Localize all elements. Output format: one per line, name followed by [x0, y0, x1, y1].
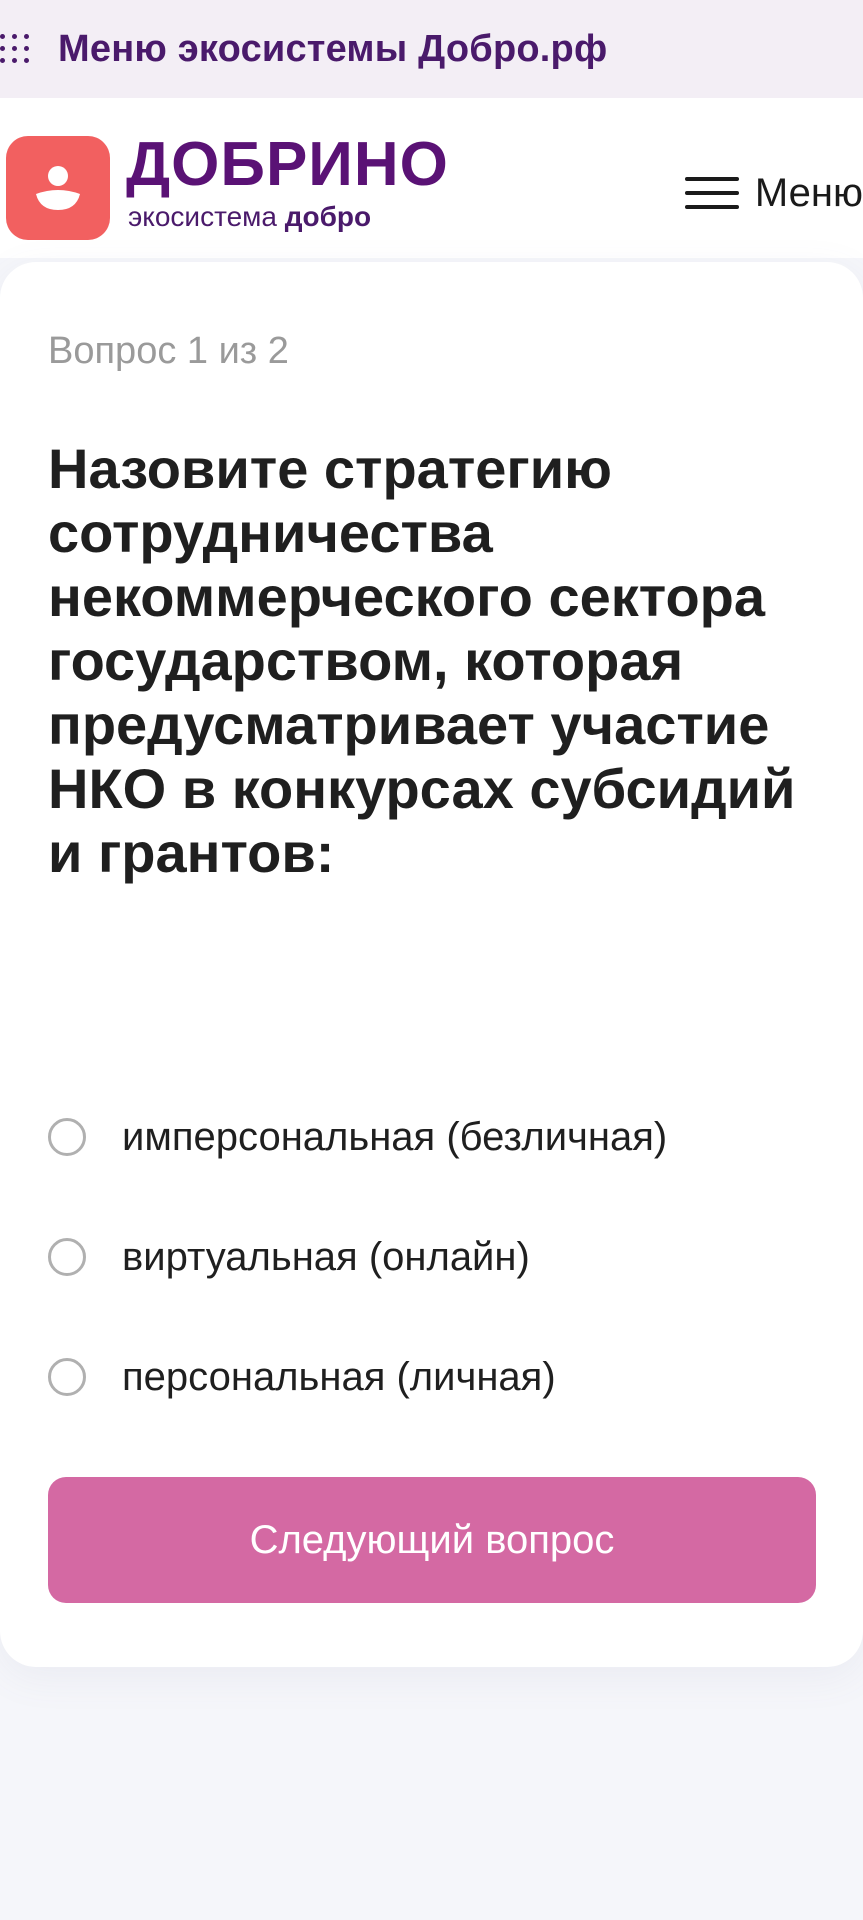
ecosystem-menu-bar[interactable]: Меню экосистемы Добро.рф: [0, 0, 863, 98]
radio-button[interactable]: [48, 1238, 86, 1276]
quiz-card: Вопрос 1 из 2 Назовите стратегию сотрудн…: [0, 262, 863, 1667]
answer-option[interactable]: имперсональная (безличная): [48, 1077, 838, 1197]
grid-dots-icon: [0, 33, 32, 65]
answer-option-label[interactable]: виртуальная (онлайн): [122, 1235, 530, 1280]
next-question-button[interactable]: Следующий вопрос: [48, 1477, 816, 1603]
answer-option[interactable]: виртуальная (онлайн): [48, 1197, 838, 1317]
dobrino-logo-icon[interactable]: [6, 136, 110, 240]
radio-button[interactable]: [48, 1358, 86, 1396]
answer-options: имперсональная (безличная) виртуальная (…: [48, 1077, 838, 1437]
question-text: Назовите стратегию сотрудничества некомм…: [48, 437, 796, 884]
brand-name[interactable]: ДОБРИНО: [126, 130, 449, 200]
hamburger-icon[interactable]: [684, 175, 739, 211]
answer-option-label[interactable]: персональная (личная): [122, 1355, 556, 1400]
answer-option-label[interactable]: имперсональная (безличная): [122, 1115, 667, 1160]
radio-button[interactable]: [48, 1118, 86, 1156]
menu-label[interactable]: Меню: [755, 171, 863, 216]
brand-subtitle: экосистема добро: [128, 200, 371, 234]
brand-subtitle-prefix: экосистема: [128, 201, 285, 232]
ecosystem-menu-title[interactable]: Меню экосистемы Добро.рф: [58, 28, 607, 71]
brand-subtitle-dobro: добро: [284, 201, 372, 232]
site-header: ДОБРИНО экосистема добро Меню: [0, 98, 863, 258]
question-counter: Вопрос 1 из 2: [48, 330, 289, 372]
menu-button[interactable]: Меню: [684, 168, 863, 218]
answer-option[interactable]: персональная (личная): [48, 1317, 838, 1437]
